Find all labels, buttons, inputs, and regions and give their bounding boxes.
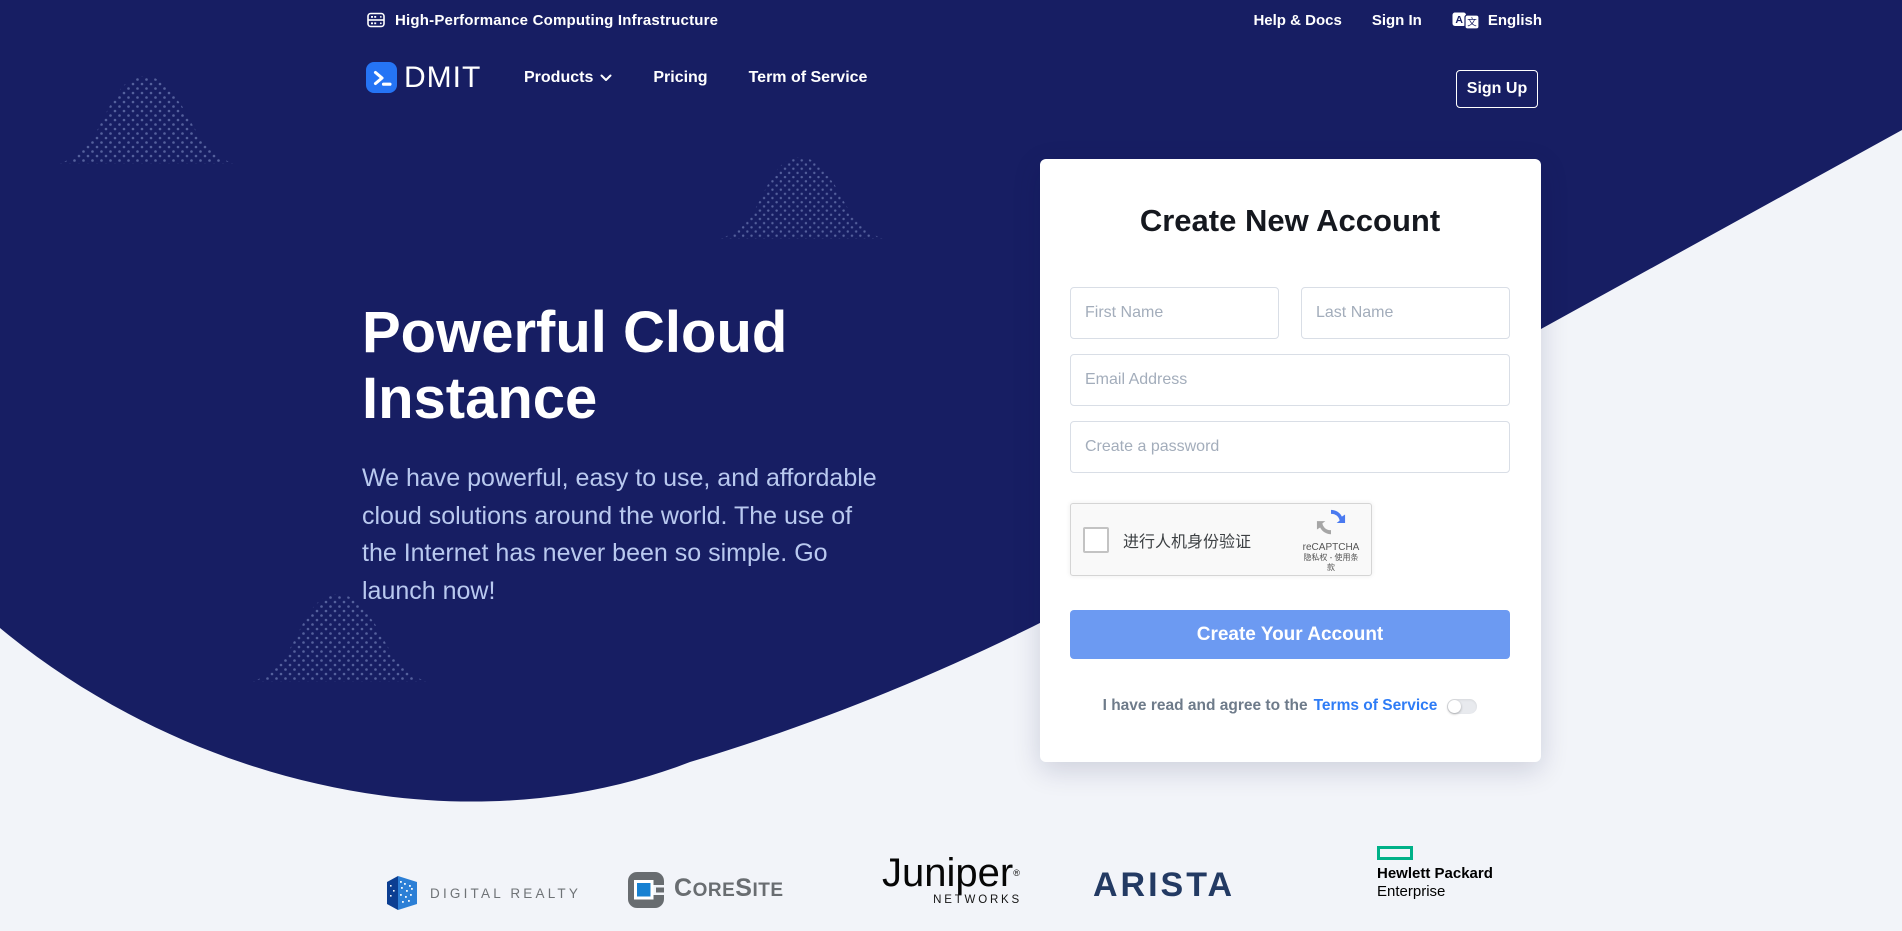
password-input[interactable] [1070,421,1510,473]
hero-description: We have powerful, easy to use, and affor… [362,460,877,610]
recaptcha-widget: 进行人机身份验证 reCAPTCHA 隐私权 - 使用条款 [1070,503,1372,576]
nav-item-products[interactable]: Products [524,69,612,87]
digital-realty-label: DIGITAL REALTY [430,886,581,901]
hpe-label-line2: Enterprise [1377,883,1493,901]
nav-item-term-of-service[interactable]: Term of Service [749,69,868,87]
coresite-label-s: S [735,874,752,902]
nav-menu: Products Pricing Term of Service [524,62,867,93]
coresite-label-ore: ORE [693,880,736,901]
digital-realty-icon [385,873,419,913]
translate-icon: A 文 [1452,10,1481,30]
terminal-icon [367,63,397,93]
recaptcha-checkbox[interactable] [1083,527,1109,553]
juniper-registered-mark: ® [1013,868,1020,878]
juniper-name: Juniper [882,851,1013,895]
nav-products-label: Products [524,69,593,87]
toggle-knob [1448,700,1461,713]
coresite-icon [627,871,665,909]
coresite-label-ite: ITE [752,880,783,901]
brand-name[interactable]: DMIT [404,62,481,93]
svg-text:A: A [1455,14,1463,26]
agree-text: I have read and agree to the [1103,697,1308,715]
create-account-button[interactable]: Create Your Account [1070,610,1510,659]
chevron-down-icon [600,74,612,82]
svg-text:文: 文 [1467,17,1477,29]
juniper-networks-label: NETWORKS [882,894,1022,906]
topbar-tagline-group: High-Performance Computing Infrastructur… [366,10,718,30]
partner-logo-coresite: CORESITE [627,870,784,910]
hero-title: Powerful Cloud Instance [362,300,882,432]
first-name-input[interactable] [1070,287,1279,339]
recaptcha-privacy-links[interactable]: 隐私权 - 使用条款 [1300,553,1362,573]
nav-pricing-label: Pricing [653,69,707,87]
partner-logo-digital-realty: DIGITAL REALTY [385,873,581,913]
signup-form: 进行人机身份验证 reCAPTCHA 隐私权 - 使用条款 Create You… [1070,287,1510,715]
server-icon [366,10,386,30]
topbar-links: Help & Docs Sign In A 文 English [1253,10,1542,30]
topbar-tagline: High-Performance Computing Infrastructur… [395,12,718,29]
sign-in-link[interactable]: Sign In [1372,12,1422,29]
name-fields-row [1070,287,1510,339]
terms-of-service-link[interactable]: Terms of Service [1314,697,1438,715]
juniper-wordmark: Juniper® [882,852,1022,894]
recaptcha-logo-icon [1316,507,1346,537]
dmit-logo[interactable] [366,62,397,93]
terms-agreement-row: I have read and agree to the Terms of Se… [1070,697,1510,715]
partner-logo-arista: ARISTA [1093,866,1235,905]
create-account-card: Create New Account 进行人机身份验证 [1040,159,1541,762]
help-docs-link[interactable]: Help & Docs [1253,12,1341,29]
coresite-label-c: C [674,874,693,902]
terms-toggle[interactable] [1447,699,1477,714]
recaptcha-brand-text: reCAPTCHA [1300,542,1362,553]
hero-background-shape [0,0,1902,931]
partner-logo-hpe: Hewlett Packard Enterprise [1377,846,1493,901]
recaptcha-branding: reCAPTCHA 隐私权 - 使用条款 [1300,507,1362,573]
hpe-green-rectangle-icon [1377,846,1413,860]
hero-section: Powerful Cloud Instance We have powerful… [362,300,902,610]
page: High-Performance Computing Infrastructur… [0,0,1902,931]
email-input[interactable] [1070,354,1510,406]
recaptcha-label: 进行人机身份验证 [1123,528,1251,552]
last-name-input[interactable] [1301,287,1510,339]
language-label: English [1488,12,1542,29]
language-switcher[interactable]: A 文 English [1452,10,1542,30]
coresite-label: CORESITE [674,870,784,910]
sign-up-button[interactable]: Sign Up [1456,70,1538,108]
card-title: Create New Account [1070,159,1510,239]
arista-wordmark: ARISTA [1093,866,1235,904]
nav-tos-label: Term of Service [749,69,868,87]
hpe-label-line1: Hewlett Packard [1377,865,1493,883]
partner-logo-juniper: Juniper® NETWORKS [882,852,1022,906]
nav-item-pricing[interactable]: Pricing [653,69,707,87]
